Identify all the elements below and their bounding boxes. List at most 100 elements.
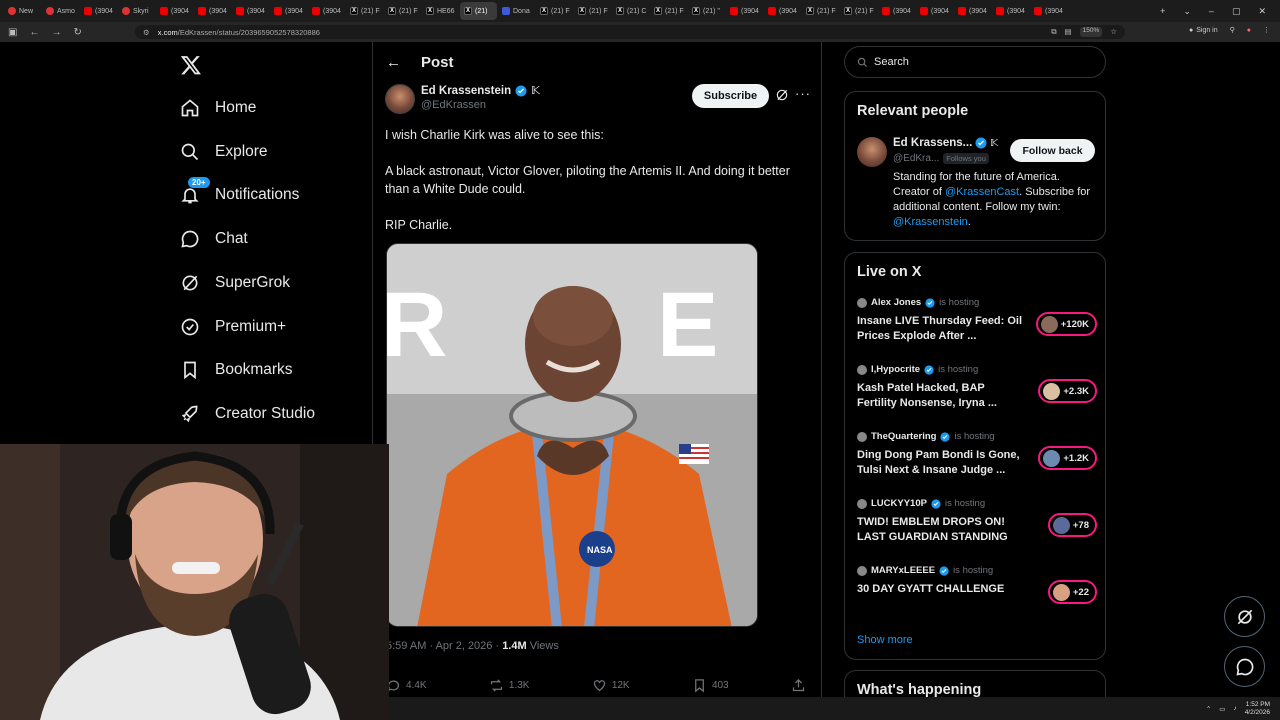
live-title: Kash Patel Hacked, BAP Fertility Nonsens… (857, 382, 997, 409)
listener-count-pill[interactable]: +78 (1047, 513, 1097, 537)
listener-count-pill[interactable]: +1.2K (1038, 446, 1097, 470)
browser-tab[interactable]: X (21) F (536, 2, 573, 20)
browser-tab[interactable]: X (21) F (384, 2, 421, 20)
system-clock[interactable]: 1:52 PM 4/2/2026 (1245, 701, 1270, 717)
post-timestamp[interactable]: 5:59 AM · Apr 2, 2026 · 1.4M Views (386, 640, 559, 652)
back-icon[interactable]: ← (29, 27, 39, 38)
more-options-icon[interactable]: ··· (795, 86, 811, 101)
author-name[interactable]: Ed Krassenstein (421, 85, 511, 97)
browser-tab[interactable]: (3904 (726, 2, 763, 20)
listener-count-pill[interactable]: +22 (1047, 580, 1097, 604)
extensions-icon[interactable]: ⚲ (1230, 26, 1235, 34)
messages-fab-button[interactable] (1224, 646, 1265, 687)
live-space-item[interactable]: LUCKYY10P is hosting TWID! EMBLEM DROPS ON… (857, 498, 1097, 545)
minimize-icon[interactable]: – (1209, 6, 1214, 16)
browser-tab[interactable]: (3904 (954, 2, 991, 20)
browser-tab[interactable]: X (21) F (346, 2, 383, 20)
screenshot-icon[interactable]: ⧉ (1051, 27, 1056, 37)
affiliate-badge-icon: 𝕂 (990, 137, 999, 149)
reader-icon[interactable]: ▤ (1065, 27, 1072, 37)
browser-tab[interactable]: X (21) F (650, 2, 687, 20)
bio-link-krassenstein[interactable]: @Krassenstein (893, 216, 968, 228)
post-image[interactable]: R E NASA (386, 243, 758, 627)
close-window-icon[interactable]: ✕ (1258, 6, 1266, 17)
browser-tab[interactable]: X HE66 (422, 2, 459, 20)
relevant-person-handle[interactable]: @EdKra... Follows you (893, 153, 989, 164)
volume-icon[interactable]: ♪ (1233, 705, 1236, 712)
nav-item-home[interactable]: Home (180, 98, 256, 118)
browser-tab[interactable]: Asmo (42, 2, 79, 20)
nav-item-notifications[interactable]: 20+ Notifications (180, 177, 299, 205)
sidebar-toggle-icon[interactable]: ▣ (8, 27, 17, 38)
show-more-link[interactable]: Show more (857, 634, 913, 646)
browser-tab[interactable]: (3904 (80, 2, 117, 20)
tray-chevron-icon[interactable]: ⌃ (1206, 705, 1211, 713)
browser-tab[interactable]: X (21) F (802, 2, 839, 20)
profile-avatar-icon[interactable]: ● (1247, 27, 1251, 34)
browser-tab[interactable]: Skyri (118, 2, 155, 20)
grok-explain-icon[interactable] (775, 88, 789, 102)
bookmark-button[interactable]: 403 (692, 678, 729, 693)
listener-count-pill[interactable]: +2.3K (1038, 379, 1097, 403)
browser-tab[interactable]: (3904 (878, 2, 915, 20)
browser-tab[interactable]: X (21) C (612, 2, 649, 20)
live-space-item[interactable]: Alex Jones is hosting Insane LIVE Thursday… (857, 297, 1097, 344)
forward-icon[interactable]: → (51, 27, 61, 38)
relevant-person-name[interactable]: Ed Krassens... 𝕂 (893, 137, 998, 149)
grok-fab-button[interactable] (1224, 596, 1265, 637)
live-space-item[interactable]: TheQuartering is hosting Ding Dong Pam Bon… (857, 431, 1097, 478)
menu-icon[interactable]: ⋮ (1263, 26, 1270, 34)
browser-tab[interactable]: X (21) (460, 2, 497, 20)
nav-item-explore[interactable]: Explore (180, 142, 268, 162)
live-space-item[interactable]: I,Hypocrite is hosting Kash Patel Hacked, … (857, 364, 1097, 411)
author-avatar[interactable] (385, 84, 415, 114)
browser-tab[interactable]: (3904 (270, 2, 307, 20)
clock-time: 1:52 PM (1245, 700, 1270, 708)
author-handle[interactable]: @EdKrassen (421, 99, 540, 111)
subscribe-button[interactable]: Subscribe (692, 84, 769, 108)
live-space-item[interactable]: MARYxLEEEE is hosting 30 DAY GYATT CHALLEN… (857, 565, 1097, 604)
browser-tab[interactable]: X (21) F (840, 2, 877, 20)
author-info[interactable]: Ed Krassenstein 𝕂 @EdKrassen (421, 84, 540, 112)
browser-tab[interactable]: (3904 (1030, 2, 1067, 20)
browser-tab[interactable]: (3904 (916, 2, 953, 20)
bio-text: . (967, 216, 971, 228)
nav-item-chat[interactable]: Chat (180, 229, 248, 249)
browser-tab[interactable]: (3904 (992, 2, 1029, 20)
url-field[interactable]: ⚙ x.com/EdKrassen/status/203965905257832… (135, 25, 1125, 39)
nav-item-bookmarks[interactable]: Bookmarks (180, 360, 293, 380)
browser-tab[interactable]: (3904 (764, 2, 801, 20)
like-button[interactable]: 12K (592, 678, 630, 693)
signin-button[interactable]: ● Sign in (1189, 27, 1218, 34)
browser-tab[interactable]: (3904 (232, 2, 269, 20)
svg-text:E: E (657, 274, 718, 376)
browser-tab[interactable]: New (4, 2, 41, 20)
nav-item-creator-studio[interactable]: Creator Studio (180, 404, 315, 424)
reply-button[interactable]: 4.4K (386, 678, 427, 693)
x-logo-icon[interactable] (180, 54, 202, 76)
listener-count-pill[interactable]: +120K (1035, 312, 1097, 336)
avatar[interactable] (857, 137, 887, 167)
back-arrow-icon[interactable]: ← (386, 54, 401, 71)
browser-tab[interactable]: (3904 (194, 2, 231, 20)
follow-back-button[interactable]: Follow back (1010, 139, 1095, 162)
browser-tab[interactable]: (3904 (156, 2, 193, 20)
nav-item-premium[interactable]: Premium+ (180, 317, 286, 337)
browser-tab[interactable]: X (21) F (574, 2, 611, 20)
new-tab-icon[interactable]: + (1160, 6, 1165, 16)
browser-tab[interactable]: X (21) " (688, 2, 725, 20)
reload-icon[interactable]: ↻ (73, 27, 81, 38)
zoom-level[interactable]: 150% (1079, 27, 1103, 37)
browser-tab[interactable]: Dona (498, 2, 535, 20)
repost-button[interactable]: 1.3K (489, 678, 529, 693)
network-icon[interactable]: ▭ (1219, 705, 1225, 713)
search-input[interactable]: Search (844, 46, 1106, 78)
site-info-icon[interactable]: ⚙ (143, 28, 150, 37)
browser-tab[interactable]: (3904 (308, 2, 345, 20)
bio-link-krassencast[interactable]: @KrassenCast (945, 186, 1019, 198)
star-icon[interactable]: ☆ (1110, 27, 1117, 37)
nav-item-supergrok[interactable]: SuperGrok (180, 273, 290, 293)
chevron-down-icon[interactable]: ⌄ (1183, 6, 1191, 17)
maximize-icon[interactable]: ▢ (1232, 6, 1241, 17)
share-button[interactable] (791, 678, 806, 693)
